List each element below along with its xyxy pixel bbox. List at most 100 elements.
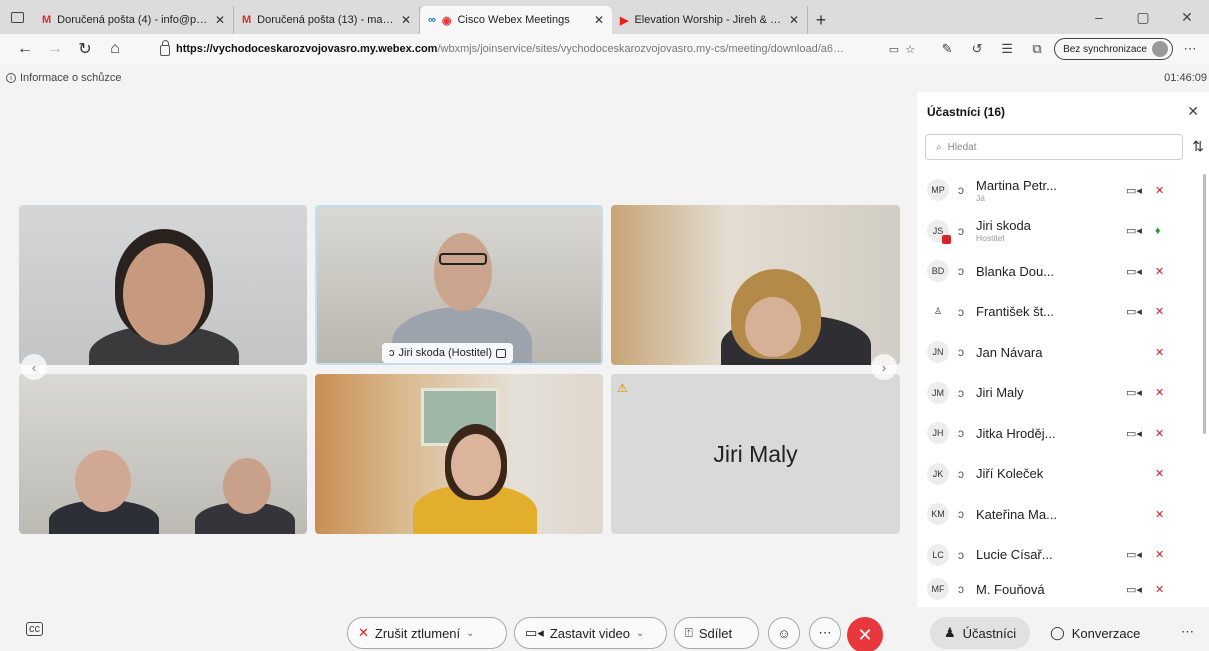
- participant-row[interactable]: JN ↄ Jan Návara ✕: [917, 332, 1205, 373]
- home-button[interactable]: ⌂: [100, 34, 130, 64]
- profile-avatar: [1152, 41, 1168, 57]
- user-icon: ♙: [927, 300, 949, 323]
- share-icon: ⍐: [685, 625, 693, 640]
- close-tab-icon[interactable]: ✕: [789, 13, 799, 27]
- more-options-button[interactable]: ⋯: [809, 617, 841, 649]
- participant-row[interactable]: MF ↄ M. Fouňová ▭◂ ✕: [917, 575, 1205, 603]
- tab-chat[interactable]: ◯ Konverzace: [1036, 617, 1154, 649]
- participant-row[interactable]: JS ↄ Jiri skoda Hostitel ▭◂ ♦: [917, 211, 1205, 252]
- camera-permission-icon[interactable]: ▭: [889, 43, 899, 56]
- avatar-initials: JS: [932, 225, 944, 236]
- refresh-extension-icon[interactable]: ↺: [964, 36, 990, 62]
- chevron-down-icon[interactable]: ⌄: [636, 628, 644, 639]
- avatar-initials: JH: [932, 428, 944, 439]
- participants-icon: ♟: [944, 625, 956, 640]
- avatar: BD: [927, 260, 949, 283]
- sync-button[interactable]: Bez synchronizace: [1054, 38, 1173, 60]
- participant-name: František št...: [976, 304, 1055, 320]
- avatar: LC: [927, 543, 949, 566]
- tab-youtube[interactable]: ▶ Elevation Worship - Jireh & Wor… ✕: [612, 6, 808, 34]
- collections-icon[interactable]: ⧉: [1024, 36, 1050, 62]
- close-tab-icon[interactable]: ✕: [401, 13, 411, 27]
- participant-role: Já: [976, 192, 985, 203]
- person-shape: [434, 233, 492, 311]
- workspaces-button[interactable]: [0, 0, 34, 34]
- host-name: Jiri skoda (Hostitel): [398, 347, 493, 359]
- camera-icon: ▭◂: [1126, 583, 1142, 596]
- avatar-initials: JM: [932, 387, 944, 398]
- tab-gmail-martina[interactable]: M Doručená pošta (13) - martina.p… ✕: [234, 6, 420, 34]
- participant-row[interactable]: LC ↄ Lucie Císař... ▭◂ ✕: [917, 535, 1205, 576]
- close-icon: ✕: [857, 624, 873, 645]
- signal-icon: ↄ: [958, 547, 964, 562]
- unmute-button[interactable]: ✕ Zrušit ztlumení ⌄: [347, 617, 507, 649]
- minimize-button[interactable]: –: [1077, 0, 1121, 34]
- video-tile-audio-only[interactable]: ⚠ Jiri Maly: [611, 374, 900, 534]
- captions-icon[interactable]: cc: [26, 622, 43, 636]
- tab-chat-label: Konverzace: [1071, 625, 1141, 641]
- close-panel-icon[interactable]: ✕: [1187, 103, 1199, 120]
- participant-row[interactable]: KM ↄ Kateřina Ma... ✕: [917, 494, 1205, 535]
- participant-name: M. Fouňová: [976, 581, 1045, 597]
- person-shape: [75, 450, 131, 512]
- tab-participants[interactable]: ♟ Účastníci: [930, 617, 1031, 649]
- avatar-initials: LC: [932, 549, 944, 560]
- video-tile[interactable]: [611, 205, 900, 365]
- person-shape: [223, 458, 271, 514]
- participant-name: Jiri Maly: [713, 440, 798, 467]
- next-page-button[interactable]: ›: [871, 354, 897, 380]
- person-shape: [439, 253, 487, 265]
- close-tab-icon[interactable]: ✕: [215, 13, 225, 27]
- person-shape: [123, 243, 205, 345]
- info-icon: i: [6, 73, 16, 83]
- participant-row[interactable]: ♙ ↄ František št... ▭◂ ✕: [917, 292, 1205, 333]
- video-tile[interactable]: [19, 374, 307, 534]
- more-panels-icon[interactable]: ⋯: [1181, 624, 1195, 640]
- stop-video-button[interactable]: ▭◂ Zastavit video ⌄: [514, 617, 667, 649]
- camera-icon: ▭◂: [1126, 549, 1142, 562]
- avatar: JN: [927, 341, 949, 364]
- video-tile-active-speaker[interactable]: ↄ Jiri skoda (Hostitel): [315, 205, 603, 365]
- address-field[interactable]: https://vychodoceskarozvojovasro.my.webe…: [160, 38, 915, 60]
- participant-search-input[interactable]: ⌕ Hledat: [925, 134, 1183, 160]
- avatar: JM: [927, 381, 949, 404]
- participant-row[interactable]: BD ↄ Blanka Dou... ▭◂ ✕: [917, 251, 1205, 292]
- close-tab-icon[interactable]: ✕: [594, 13, 604, 27]
- emoji-icon: ☺: [777, 625, 791, 641]
- back-button[interactable]: ←: [10, 34, 40, 64]
- forward-button[interactable]: →: [40, 34, 70, 64]
- avatar: KM: [927, 503, 949, 526]
- reload-button[interactable]: ↻: [70, 34, 100, 64]
- meeting-info[interactable]: i Informace o schůzce: [6, 72, 122, 84]
- mic-on-icon: ♦: [1155, 224, 1161, 237]
- participant-name: Jiri skoda: [976, 218, 1031, 234]
- mic-muted-icon: ✕: [1155, 306, 1165, 319]
- participant-row[interactable]: JH ↄ Jitka Hroděj... ▭◂ ✕: [917, 413, 1205, 454]
- browser-menu-icon[interactable]: ⋯: [1177, 36, 1203, 62]
- lock-icon: [160, 40, 170, 56]
- share-button[interactable]: ⍐ Sdílet: [674, 617, 759, 649]
- video-tile[interactable]: [19, 205, 307, 365]
- favorite-icon[interactable]: ☆: [905, 43, 915, 56]
- reactions-button[interactable]: ☺: [768, 617, 800, 649]
- mic-muted-icon: ✕: [358, 625, 369, 640]
- maximize-button[interactable]: ▢: [1121, 0, 1165, 34]
- participant-row[interactable]: MP ↄ Martina Petr... Já ▭◂ ✕: [917, 170, 1205, 211]
- participant-row[interactable]: JM ↄ Jiri Maly ▭◂ ✕: [917, 373, 1205, 414]
- extension-icon[interactable]: ✎: [934, 36, 960, 62]
- screen-icon: [496, 348, 507, 358]
- share-label: Sdílet: [698, 625, 733, 641]
- chevron-down-icon[interactable]: ⌄: [466, 628, 474, 639]
- sort-icon[interactable]: ⇅: [1192, 138, 1204, 155]
- favorites-icon[interactable]: ☰: [994, 36, 1020, 62]
- mic-muted-icon: ✕: [1155, 583, 1165, 596]
- video-tile[interactable]: [315, 374, 603, 534]
- tab-gmail-info[interactable]: M Doručená pošta (4) - info@priro… ✕: [34, 6, 234, 34]
- mic-muted-icon: ✕: [1155, 549, 1165, 562]
- close-window-button[interactable]: ✕: [1165, 0, 1209, 34]
- prev-page-button[interactable]: ‹: [21, 354, 47, 380]
- leave-meeting-button[interactable]: ✕: [847, 617, 883, 651]
- tab-webex[interactable]: ∞ ◉ Cisco Webex Meetings ✕: [420, 6, 612, 34]
- new-tab-button[interactable]: +: [808, 6, 834, 34]
- participant-row[interactable]: JK ↄ Jiří Koleček ✕: [917, 454, 1205, 495]
